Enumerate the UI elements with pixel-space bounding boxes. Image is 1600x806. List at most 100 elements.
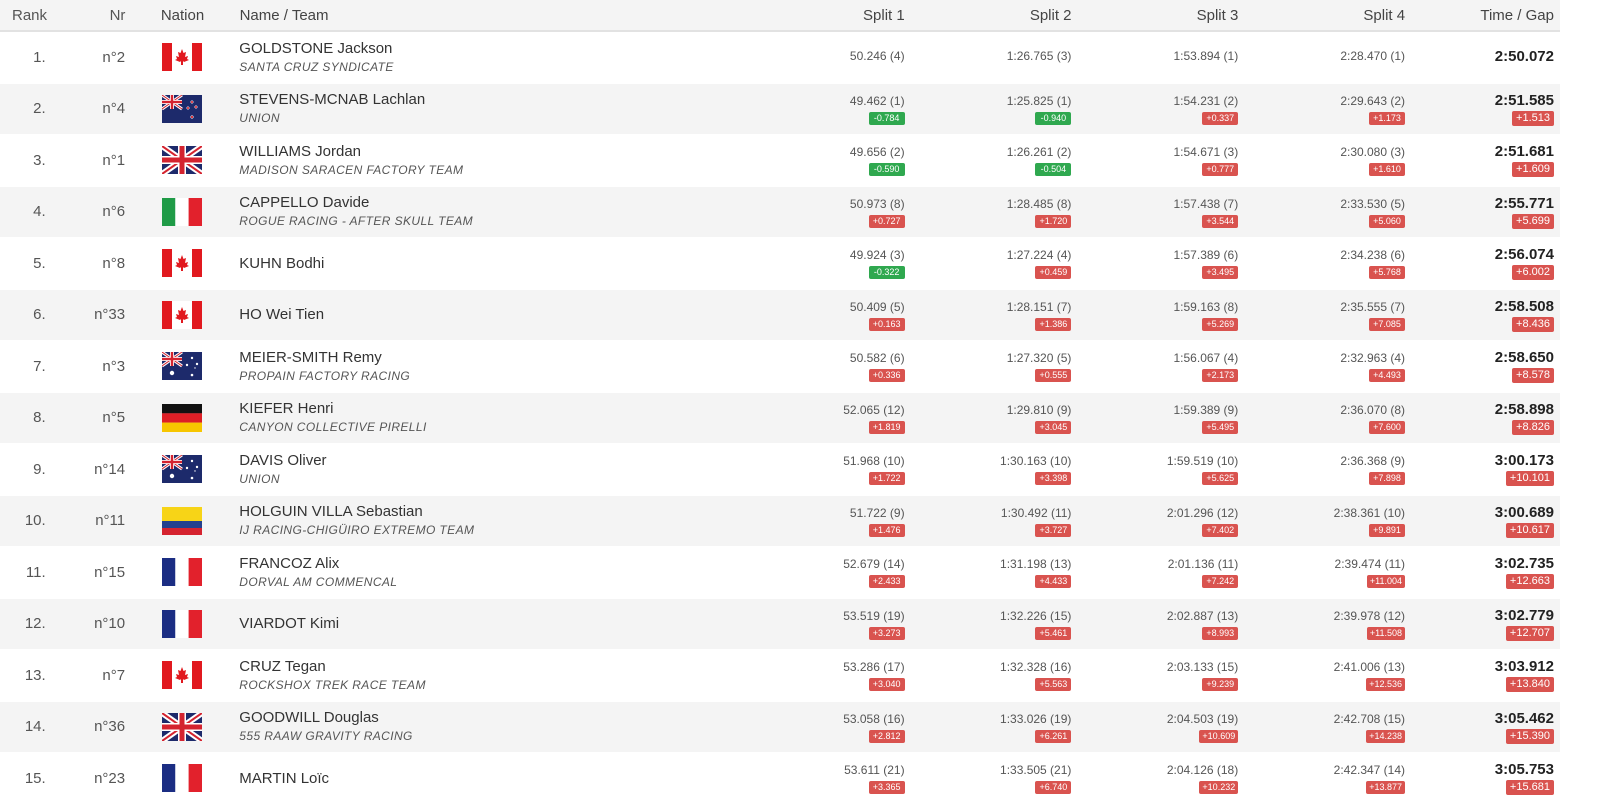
rider-name[interactable]: CRUZ Tegan (239, 657, 726, 676)
uk-flag-icon (162, 712, 203, 741)
final-time: 3:03.912 (1494, 658, 1554, 676)
header-split-2[interactable]: Split 2 (905, 7, 1072, 24)
split-time: 2:30.080 (3) (1340, 145, 1406, 160)
table-row[interactable]: 11. n°15 FRANCOZ Alix DORVAL AM COMMENCAL 52… (0, 547, 1560, 599)
split-delta-badge: +0.336 (868, 369, 905, 383)
final-time: 3:05.462 (1494, 709, 1554, 727)
nation-cell (125, 146, 239, 175)
header-time-gap[interactable]: Time / Gap (1405, 7, 1560, 24)
header-split-1[interactable]: Split 1 (726, 7, 905, 24)
header-split-3[interactable]: Split 3 (1072, 7, 1239, 24)
split-time: 2:35.555 (7) (1340, 299, 1406, 314)
table-row[interactable]: 9. n°14 DAVIS Oliver UNION 51.968 (10) +1.722… (0, 444, 1560, 496)
split-time: 1:30.163 (10) (1000, 454, 1072, 469)
split-time: 1:56.067 (4) (1173, 351, 1239, 366)
header-name-team[interactable]: Name / Team (240, 7, 726, 24)
split-4-cell: 2:41.006 (13) +12.536 (1238, 659, 1406, 692)
table-row[interactable]: 1. n°2 GOLDSTONE Jackson SANTA CRUZ SYNDICA… (0, 32, 1560, 84)
header-rank[interactable]: Rank (0, 7, 47, 24)
name-team-cell: MEIER-SMITH Remy PROPAIN FACTORY RACING (239, 348, 726, 385)
bib-number-cell: n°33 (94, 306, 126, 324)
split-delta-badge: +0.163 (868, 317, 905, 331)
split-delta-badge: +4.493 (1369, 369, 1406, 383)
header-nr[interactable]: Nr (46, 7, 126, 24)
name-team-cell: KUHN Bodhi (239, 254, 726, 273)
header-split-4[interactable]: Split 4 (1238, 7, 1405, 24)
split-time: 2:29.643 (2) (1340, 93, 1406, 108)
nation-cell (125, 609, 239, 638)
table-row[interactable]: 5. n°8 KUHN Bodhi 49.924 (3) -0.322 1:27.224 … (0, 238, 1560, 290)
rider-name[interactable]: HOLGUIN VILLA Sebastian (239, 502, 726, 521)
rider-name[interactable]: STEVENS-MCNAB Lachlan (239, 90, 726, 109)
split-4-cell: 2:39.474 (11) +11.004 (1238, 556, 1406, 589)
final-time: 2:58.508 (1494, 297, 1554, 315)
split-delta-badge: +2.173 (1202, 369, 1239, 383)
split-delta-badge: +12.536 (1366, 678, 1406, 692)
italy-flag-icon (162, 197, 203, 226)
split-3-cell: 1:59.163 (8) +5.269 (1071, 299, 1239, 331)
split-3-cell: 2:03.133 (15) +9.239 (1071, 659, 1239, 692)
australia-flag-icon (162, 455, 203, 484)
split-time: 53.286 (17) (843, 660, 905, 675)
split-3-cell: 2:01.296 (12) +7.402 (1071, 505, 1239, 537)
split-delta-badge: +1.720 (1035, 214, 1072, 228)
table-row[interactable]: 3. n°1 WILLIAMS Jordan MADISON SARACEN FACT… (0, 135, 1560, 187)
bib-number-cell: n°23 (94, 769, 126, 787)
table-row[interactable]: 4. n°6 CAPPELLO Davide ROGUE RACING - AFTER… (0, 186, 1560, 238)
split-2-cell: 1:31.198 (13) +4.433 (905, 556, 1072, 589)
name-team-cell: FRANCOZ Alix DORVAL AM COMMENCAL (239, 554, 726, 591)
split-1-cell: 51.968 (10) +1.722 (726, 453, 905, 486)
header-nation[interactable]: Nation (125, 7, 239, 24)
rider-name[interactable]: GOLDSTONE Jackson (239, 39, 726, 58)
split-4-cell: 2:33.530 (5) +5.060 (1238, 196, 1406, 228)
rank-cell: 14. (24, 718, 46, 736)
name-team-cell: HO Wei Tien (239, 305, 726, 324)
split-delta-badge: +1.819 (868, 420, 905, 434)
split-time: 1:30.492 (11) (1000, 505, 1072, 520)
rider-name[interactable]: KIEFER Henri (239, 399, 726, 418)
bib-number-cell: n°11 (95, 512, 126, 530)
split-delta-badge: +9.891 (1369, 523, 1406, 537)
split-delta-badge: +1.722 (868, 472, 905, 486)
split-delta-badge: +3.727 (1035, 523, 1072, 537)
rider-name[interactable]: GOODWILL Douglas (239, 708, 726, 727)
rider-name[interactable]: MEIER-SMITH Remy (239, 348, 726, 367)
table-row[interactable]: 10. n°11 HOLGUIN VILLA Sebastian IJ RACING-… (0, 495, 1560, 547)
split-3-cell: 1:57.389 (6) +3.495 (1071, 247, 1239, 280)
rider-name[interactable]: MARTIN Loïc (239, 769, 726, 788)
canada-flag-icon (162, 43, 203, 72)
rider-name[interactable]: CAPPELLO Davide (239, 193, 726, 212)
final-time: 2:50.072 (1494, 47, 1554, 65)
split-time: 1:32.328 (16) (1000, 660, 1072, 675)
table-row[interactable]: 15. n°23 MARTIN Loïc 53.611 (21) +3.365 1:33.… (0, 753, 1560, 805)
split-delta-badge: +1.386 (1035, 317, 1072, 331)
table-row[interactable]: 12. n°10 VIARDOT Kimi 53.519 (19) +3.273 1:32… (0, 598, 1560, 650)
table-row[interactable]: 7. n°3 MEIER-SMITH Remy PROPAIN FACTORY RAC… (0, 341, 1560, 393)
table-row[interactable]: 2. n°4 STEVENS-MCNAB Lachlan UNION 49.462 (1… (0, 83, 1560, 135)
rider-name[interactable]: KUHN Bodhi (239, 254, 726, 273)
rider-name[interactable]: WILLIAMS Jordan (239, 142, 726, 161)
split-2-cell: 1:30.492 (11) +3.727 (905, 505, 1072, 537)
rider-name[interactable]: FRANCOZ Alix (239, 554, 726, 573)
table-row[interactable]: 14. n°36 GOODWILL Douglas 555 RAAW GRAVITY … (0, 701, 1560, 753)
split-delta-badge: +5.060 (1369, 214, 1406, 228)
rider-name[interactable]: DAVIS Oliver (239, 451, 726, 470)
rank-cell: 10. (24, 512, 46, 530)
split-delta-badge: +1.476 (868, 523, 905, 537)
split-4-cell: 2:36.070 (8) +7.600 (1238, 402, 1406, 434)
gap-badge: +13.840 (1505, 677, 1554, 693)
split-2-cell: 1:32.226 (15) +5.461 (905, 608, 1072, 640)
table-row[interactable]: 6. n°33 HO Wei Tien 50.409 (5) +0.163 1:28.15… (0, 289, 1560, 341)
france-flag-icon (162, 764, 203, 793)
rider-name[interactable]: HO Wei Tien (239, 305, 726, 324)
team-name: ROGUE RACING - AFTER SKULL TEAM (239, 214, 474, 229)
split-4-cell: 2:30.080 (3) +1.610 (1238, 144, 1406, 177)
team-name: DORVAL AM COMMENCAL (239, 574, 398, 589)
bib-number-cell: n°4 (102, 100, 126, 118)
time-gap-cell: 2:58.508 +8.436 (1405, 298, 1560, 332)
table-row[interactable]: 13. n°7 CRUZ Tegan ROCKSHOX TREK RACE TEAM 5… (0, 650, 1560, 702)
split-delta-badge: +6.740 (1035, 781, 1072, 795)
table-row[interactable]: 8. n°5 KIEFER Henri CANYON COLLECTIVE PIREL… (0, 392, 1560, 444)
final-time: 2:58.898 (1494, 400, 1554, 418)
rider-name[interactable]: VIARDOT Kimi (239, 614, 726, 633)
